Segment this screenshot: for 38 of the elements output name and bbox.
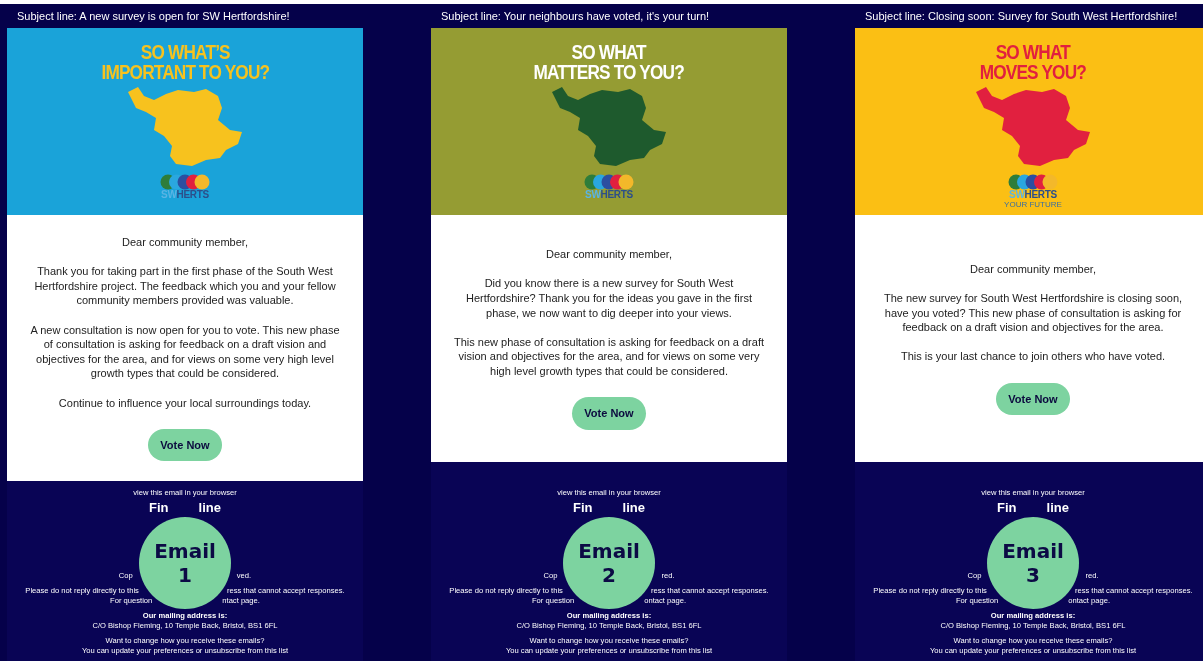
subject-line: Subject line: Closing soon: Survey for South West Hertfordshire! — [864, 9, 1179, 24]
footer-heading: line — [198, 500, 221, 516]
badge-number: 1 — [178, 563, 192, 587]
footer-heading: Fin — [149, 500, 169, 516]
body-paragraph: A new consultation is now open for you to vote. This new phase of consultation is asking for feedback on a draft vision and objectives for the area, and for views on some very high level growth types that could be considered. — [29, 322, 341, 381]
banner-headline: SO WHAT’S IMPORTANT TO YOU? — [101, 42, 269, 82]
logo-text: SWHERTS — [1009, 190, 1057, 200]
body-paragraph: This is your last chance to join others who have voted. — [900, 349, 1166, 364]
badge-label: Email — [154, 539, 216, 563]
greeting-text: Dear community member, — [970, 261, 1096, 277]
footer-heading: Fin — [573, 500, 593, 516]
body-paragraph: Thank you for taking part in the first phase of the South West Hertfordshire project. The feedback which you and your fellow community members provided was valuable. — [33, 264, 337, 308]
logo-icon — [160, 174, 210, 190]
subject-line: Subject line: A new survey is open for SW Hertfordshire! — [16, 9, 291, 24]
badge-number: 2 — [602, 563, 616, 587]
badge-number: 3 — [1026, 563, 1040, 587]
body-paragraph: This new phase of consultation is asking for feedback on a draft vision and objectives for the area, and for views on some very high level growth types that could be considered. — [453, 334, 765, 379]
vote-now-button[interactable]: Vote Now — [148, 428, 222, 462]
logo-icon — [584, 174, 634, 190]
footer-heading: Fin — [997, 500, 1017, 516]
body-paragraph: Continue to influence your local surroundings today. — [58, 395, 312, 411]
banner-headline: SO WHAT MATTERS TO YOU? — [533, 42, 685, 82]
vote-now-button[interactable]: Vote Now — [572, 397, 646, 430]
footer-heading: line — [1046, 500, 1069, 516]
greeting-text: Dear community member, — [546, 247, 672, 262]
body-paragraph: Did you know there is a new survey for South West Hertfordshire? Thank you for the ideas you gave in the first phase, we now want to dig deeper into your views. — [465, 276, 753, 321]
vote-now-button[interactable]: Vote Now — [996, 382, 1070, 416]
logo-text: SWHERTS — [161, 190, 209, 200]
greeting-text: Dear community member, — [122, 235, 248, 250]
banner-headline: SO WHAT MOVES YOU? — [979, 42, 1087, 82]
footer-heading: line — [622, 500, 645, 516]
badge-label: Email — [1002, 539, 1064, 563]
subject-line: Subject line: Your neighbours have voted, it's your turn! — [440, 9, 711, 24]
badge-label: Email — [578, 539, 640, 563]
body-paragraph: The new survey for South West Hertfordshire is closing soon, have you voted? This new phase of consultation is asking for feedback on a draft vision and objectives for the area. — [882, 291, 1184, 335]
logo-tagline: YOUR FUTURE — [1004, 200, 1062, 209]
logo-text: SWHERTS — [585, 190, 633, 200]
logo-icon — [1008, 174, 1058, 190]
